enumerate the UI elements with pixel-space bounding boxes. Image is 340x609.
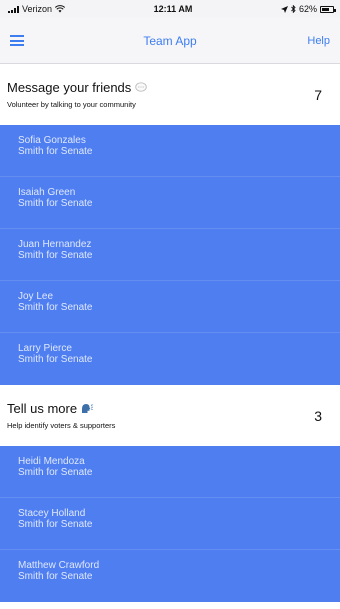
speaking-head-icon [82,404,93,413]
status-bar: Verizon 12:11 AM 62% [0,0,340,18]
contact-name: Larry Pierce [18,343,72,354]
status-right: 62% [280,4,336,14]
section-count: 7 [314,86,322,103]
contact-campaign: Smith for Senate [18,198,93,209]
list-item[interactable]: Stacey Holland Smith for Senate [0,498,340,550]
contact-campaign: Smith for Senate [18,519,93,530]
section-header-message-friends[interactable]: Message your friends Volunteer by talkin… [0,64,340,125]
section-header-tell-us-more[interactable]: Tell us more Help identify voters & supp… [0,385,340,446]
list-item[interactable]: Joy Lee Smith for Senate [0,281,340,333]
section-title: Message your friends [7,80,132,95]
list-item[interactable]: Isaiah Green Smith for Senate [0,177,340,229]
contact-name: Stacey Holland [18,508,86,519]
chat-bubble-icon [135,82,148,92]
hamburger-menu-icon[interactable] [10,35,24,46]
contact-campaign: Smith for Senate [18,354,93,365]
section-title-row: Tell us more [7,401,115,416]
location-icon [280,5,288,13]
nav-bar: Team App Help [0,18,340,64]
bluetooth-icon [291,5,296,13]
wifi-icon [55,5,66,13]
list-item[interactable]: Larry Pierce Smith for Senate [0,333,340,385]
section-subtitle: Help identify voters & supporters [7,421,116,430]
section-title: Tell us more [7,401,78,416]
list-item[interactable]: Heidi Mendoza Smith for Senate [0,446,340,498]
contact-name: Joy Lee [18,291,54,302]
contact-name: Juan Hernandez [18,239,92,250]
section-subtitle: Volunteer by talking to your community [7,100,136,109]
contact-campaign: Smith for Senate [18,571,93,582]
contact-name: Sofia Gonzales [18,135,86,146]
section-header-text: Tell us more Help identify voters & supp… [7,401,115,430]
list-item[interactable]: Sofia Gonzales Smith for Senate [0,125,340,177]
section-title-row: Message your friends [7,80,148,95]
carrier-label: Verizon [22,4,53,14]
contact-name: Heidi Mendoza [18,456,85,467]
contact-list-tell-us-more: Heidi Mendoza Smith for Senate Stacey Ho… [0,446,340,602]
battery-percent: 62% [298,4,317,14]
status-time: 12:11 AM [153,4,193,14]
contact-campaign: Smith for Senate [18,146,93,157]
nav-title: Team App [143,33,197,48]
help-link[interactable]: Help [307,35,330,47]
status-left: Verizon [8,4,66,14]
signal-icon [8,5,19,13]
contact-name: Isaiah Green [18,187,76,198]
contact-campaign: Smith for Senate [18,250,93,261]
section-header-text: Message your friends Volunteer by talkin… [7,80,148,109]
contact-campaign: Smith for Senate [18,467,93,478]
section-count: 3 [314,407,322,424]
contact-name: Matthew Crawford [18,560,100,571]
contact-list-message-friends: Sofia Gonzales Smith for Senate Isaiah G… [0,125,340,385]
contact-campaign: Smith for Senate [18,302,93,313]
list-item[interactable]: Juan Hernandez Smith for Senate [0,229,340,281]
list-item[interactable]: Matthew Crawford Smith for Senate [0,550,340,602]
battery-icon [319,5,336,13]
